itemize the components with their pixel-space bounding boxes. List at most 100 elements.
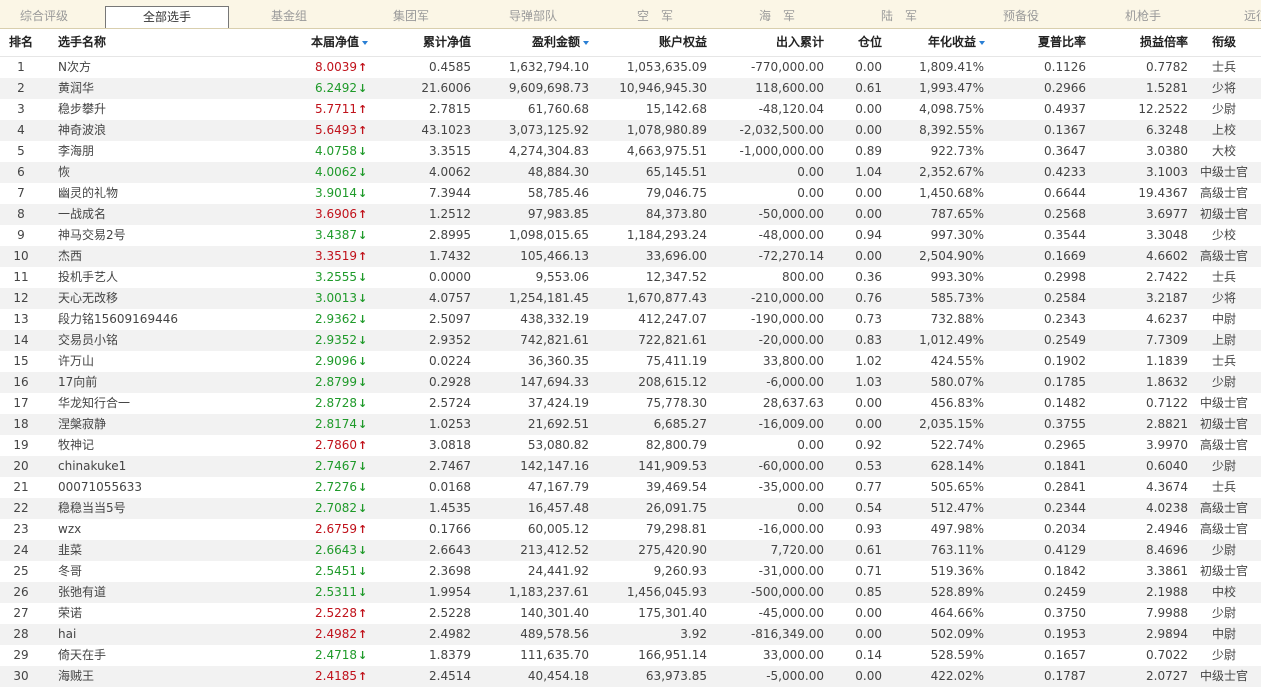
cell-sharpe: 0.2584: [1044, 291, 1086, 305]
table-row[interactable]: 15 许万山 2.9096↓ 0.0224 36,360.35 75,411.19 33,8…: [0, 351, 1261, 372]
cell-profit: 438,332.19: [520, 312, 589, 326]
column-header-sharpe[interactable]: 夏普比率: [1010, 29, 1086, 57]
cell-name[interactable]: 华龙知行合一: [58, 393, 258, 414]
cell-name[interactable]: 张弛有道: [58, 582, 258, 603]
table-row[interactable]: 30 海贼王 2.4185↑ 2.4514 40,454.18 63,973.85 -5,0…: [0, 666, 1261, 687]
tab-2[interactable]: 基金组: [230, 6, 348, 28]
tab-4[interactable]: 导弹部队: [474, 6, 592, 28]
table-row[interactable]: 22 稳稳当当5号 2.7082↓ 1.4535 16,457.48 26,091.75 0…: [0, 498, 1261, 519]
table-row[interactable]: 11 投机手艺人 3.2555↓ 0.0000 9,553.06 12,347.52 800…: [0, 267, 1261, 288]
cell-annual: 787.65%: [930, 207, 984, 221]
cell-name[interactable]: 李海朋: [58, 141, 258, 162]
table-row[interactable]: 1 N次方 8.0039↑ 0.4585 1,632,794.10 1,053,635.0…: [0, 57, 1261, 78]
tab-5[interactable]: 空 军: [596, 6, 714, 28]
table-row[interactable]: 23 wzx 2.6759↑ 0.1766 60,005.12 79,298.81 -16,…: [0, 519, 1261, 540]
table-row[interactable]: 18 涅槃寂静 2.8174↓ 1.0253 21,692.51 6,685.27 -16,…: [0, 414, 1261, 435]
table-row[interactable]: 3 稳步攀升 5.7711↑ 2.7815 61,760.68 15,142.68 -48,…: [0, 99, 1261, 120]
cell-name[interactable]: 冬哥: [58, 561, 258, 582]
cell-name[interactable]: 17向前: [58, 372, 258, 393]
column-header-label: 仓位: [857, 35, 882, 49]
cell-name[interactable]: 神奇波浪: [58, 120, 258, 141]
tab-0[interactable]: 综合评级: [0, 6, 88, 28]
cell-name[interactable]: 一战成名: [58, 204, 258, 225]
tab-3[interactable]: 集团军: [352, 6, 470, 28]
table-row[interactable]: 8 一战成名 3.6906↑ 1.2512 97,983.85 84,373.80 -50,…: [0, 204, 1261, 225]
tab-7[interactable]: 陆 军: [840, 6, 958, 28]
column-header-profit[interactable]: 盈利金额: [500, 29, 589, 57]
table-row[interactable]: 2 黄润华 6.2492↓ 21.6006 9,609,698.73 10,946,945…: [0, 78, 1261, 99]
cell-name[interactable]: 神马交易2号: [58, 225, 258, 246]
table-row[interactable]: 20 chinakuke1 2.7467↓ 2.7467 142,147.16 141,9…: [0, 456, 1261, 477]
cell-name[interactable]: hai: [58, 624, 258, 645]
tab-10[interactable]: 远征: [1236, 6, 1261, 28]
column-header-equity[interactable]: 账户权益: [610, 29, 707, 57]
column-header-pl-ratio[interactable]: 损益倍率: [1110, 29, 1188, 57]
table-row[interactable]: 17 华龙知行合一 2.8728↓ 2.5724 37,424.19 75,778.30 2…: [0, 393, 1261, 414]
sort-desc-icon[interactable]: [362, 40, 368, 45]
column-header-annual[interactable]: 年化收益: [900, 29, 985, 57]
table-row[interactable]: 25 冬哥 2.5451↓ 2.3698 24,441.92 9,260.93 -31,00…: [0, 561, 1261, 582]
cell-name[interactable]: 黄润华: [58, 78, 258, 99]
cell-name[interactable]: wzx: [58, 519, 258, 540]
table-row[interactable]: 12 天心无改移 3.0013↓ 4.0757 1,254,181.45 1,670,87…: [0, 288, 1261, 309]
cell-name[interactable]: N次方: [58, 57, 258, 78]
cell-name[interactable]: 许万山: [58, 351, 258, 372]
tab-1[interactable]: 全部选手: [105, 6, 229, 28]
cell-position: 0.00: [855, 669, 882, 683]
table-row[interactable]: 16 17向前 2.8799↓ 0.2928 147,694.33 208,615.12 -…: [0, 372, 1261, 393]
table-row[interactable]: 7 幽灵的礼物 3.9014↓ 7.3944 58,785.46 79,046.75 0.0…: [0, 183, 1261, 204]
cell-name[interactable]: 恢: [58, 162, 258, 183]
column-header-cum-nav[interactable]: 累计净值: [400, 29, 471, 57]
cell-name[interactable]: 稳步攀升: [58, 99, 258, 120]
cell-name[interactable]: 交易员小铭: [58, 330, 258, 351]
column-header-name[interactable]: 选手名称: [58, 29, 258, 57]
cell-name[interactable]: 天心无改移: [58, 288, 258, 309]
table-row[interactable]: 26 张弛有道 2.5311↓ 1.9954 1,183,237.61 1,456,045…: [0, 582, 1261, 603]
tab-8[interactable]: 预备役: [962, 6, 1080, 28]
column-header-nav[interactable]: 本届净值: [288, 29, 368, 57]
table-row[interactable]: 24 韭菜 2.6643↓ 2.6643 213,412.52 275,420.90 7,7…: [0, 540, 1261, 561]
cell-name[interactable]: 牧神记: [58, 435, 258, 456]
sort-desc-icon[interactable]: [583, 40, 589, 45]
cell-cum-nav: 0.4585: [429, 60, 471, 74]
cell-rank: 14: [13, 333, 29, 347]
cell-name[interactable]: 幽灵的礼物: [58, 183, 258, 204]
table-row[interactable]: 28 hai 2.4982↑ 2.4982 489,578.56 3.92 -816,349…: [0, 624, 1261, 645]
table-row[interactable]: 10 杰西 3.3519↑ 1.7432 105,466.13 33,696.00 -72,…: [0, 246, 1261, 267]
cell-pl-ratio: 8.4696: [1146, 543, 1188, 557]
table-row[interactable]: 14 交易员小铭 2.9352↓ 2.9352 742,821.61 722,821.61…: [0, 330, 1261, 351]
cell-name[interactable]: chinakuke1: [58, 456, 258, 477]
cell-name[interactable]: 段力铭15609169446: [58, 309, 258, 330]
table-row[interactable]: 27 荣诺 2.5228↑ 2.5228 140,301.40 175,301.40 -45…: [0, 603, 1261, 624]
table-row[interactable]: 9 神马交易2号 3.4387↓ 2.8995 1,098,015.65 1,184,29…: [0, 225, 1261, 246]
column-header-rank[interactable]: 排名: [0, 29, 42, 57]
table-row[interactable]: 29 倚天在手 2.4718↓ 1.8379 111,635.70 166,951.14 3…: [0, 645, 1261, 666]
cell-name[interactable]: 投机手艺人: [58, 267, 258, 288]
cell-annual: 922.73%: [930, 144, 984, 158]
table-row[interactable]: 6 恢 4.0062↓ 4.0062 48,884.30 65,145.51 0.00 1.0…: [0, 162, 1261, 183]
cell-name[interactable]: 韭菜: [58, 540, 258, 561]
cell-name[interactable]: 倚天在手: [58, 645, 258, 666]
cell-name[interactable]: 海贼王: [58, 666, 258, 687]
cell-name[interactable]: 稳稳当当5号: [58, 498, 258, 519]
cell-sharpe: 0.1785: [1044, 375, 1086, 389]
tab-6[interactable]: 海 军: [718, 6, 836, 28]
cell-name[interactable]: 00071055633: [58, 477, 258, 498]
table-row[interactable]: 13 段力铭15609169446 2.9362↓ 2.5097 438,332.19 4…: [0, 309, 1261, 330]
cell-name[interactable]: 荣诺: [58, 603, 258, 624]
column-header-rank-title[interactable]: 衔级: [1196, 29, 1252, 57]
table-row[interactable]: 19 牧神记 2.7860↑ 3.0818 53,080.82 82,800.79 0.00…: [0, 435, 1261, 456]
table-row[interactable]: 5 李海朋 4.0758↓ 3.3515 4,274,304.83 4,663,975.5…: [0, 141, 1261, 162]
cell-annual: 4,098.75%: [919, 102, 984, 116]
cell-name[interactable]: 杰西: [58, 246, 258, 267]
cell-pl-ratio: 4.6602: [1146, 249, 1188, 263]
cell-name[interactable]: 涅槃寂静: [58, 414, 258, 435]
table-row[interactable]: 21 00071055633 2.7276↓ 0.0168 47,167.79 39,46…: [0, 477, 1261, 498]
column-header-position[interactable]: 仓位: [840, 29, 882, 57]
sort-desc-icon[interactable]: [979, 40, 985, 45]
arrow-up-icon: ↑: [358, 670, 368, 683]
column-header-inout[interactable]: 出入累计: [720, 29, 824, 57]
tab-9[interactable]: 机枪手: [1084, 6, 1202, 28]
cell-nav: 2.5228↑: [288, 603, 367, 624]
table-row[interactable]: 4 神奇波浪 5.6493↑ 43.1023 3,073,125.92 1,078,980…: [0, 120, 1261, 141]
